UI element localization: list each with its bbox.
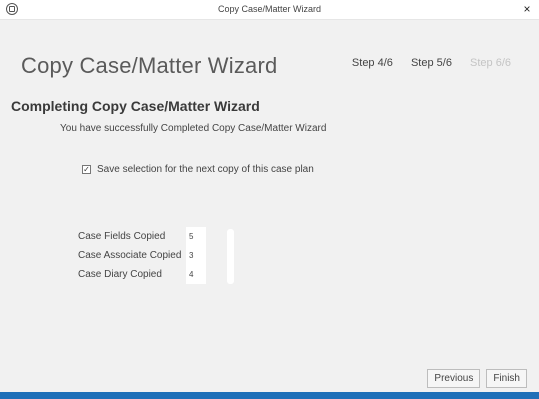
stat-row-fields: Case Fields Copied 5: [78, 227, 206, 246]
section-title: Completing Copy Case/Matter Wizard: [11, 98, 260, 114]
step-4[interactable]: Step 4/6: [352, 57, 393, 69]
copy-stats: Case Fields Copied 5 Case Associate Copi…: [78, 227, 206, 284]
stat-value: 4: [186, 265, 206, 284]
wizard-header: Copy Case/Matter Wizard Step 4/6 Step 5/…: [0, 20, 539, 92]
stat-label: Case Fields Copied: [78, 231, 166, 242]
title-bar: Copy Case/Matter Wizard ×: [0, 0, 539, 20]
save-selection-label[interactable]: Save selection for the next copy of this…: [97, 164, 314, 175]
step-indicator: Step 4/6 Step 5/6 Step 6/6: [337, 57, 511, 69]
checkbox-checked-icon[interactable]: ✓: [82, 165, 91, 174]
stat-row-associates: Case Associate Copied 3: [78, 246, 206, 265]
finish-button[interactable]: Finish: [486, 369, 527, 388]
stat-value: 5: [186, 227, 206, 246]
footer-buttons: Previous Finish: [421, 369, 527, 388]
save-selection-option[interactable]: ✓ Save selection for the next copy of th…: [82, 164, 314, 175]
stat-row-diary: Case Diary Copied 4: [78, 265, 206, 284]
success-message: You have successfully Completed Copy Cas…: [60, 123, 327, 134]
step-5[interactable]: Step 5/6: [411, 57, 452, 69]
wizard-content: Completing Copy Case/Matter Wizard You h…: [0, 92, 539, 392]
page-title: Copy Case/Matter Wizard: [21, 53, 278, 78]
stat-value: 3: [186, 246, 206, 265]
window-title: Copy Case/Matter Wizard: [217, 4, 322, 14]
stat-label: Case Diary Copied: [78, 269, 162, 280]
close-icon[interactable]: ×: [521, 2, 533, 16]
wizard-window: Copy Case/Matter Wizard × Copy Case/Matt…: [0, 0, 539, 399]
stat-label: Case Associate Copied: [78, 250, 182, 261]
render-artifact: [227, 229, 234, 284]
bottom-accent-bar: [0, 392, 539, 399]
previous-button[interactable]: Previous: [427, 369, 481, 388]
step-6: Step 6/6: [470, 57, 511, 69]
